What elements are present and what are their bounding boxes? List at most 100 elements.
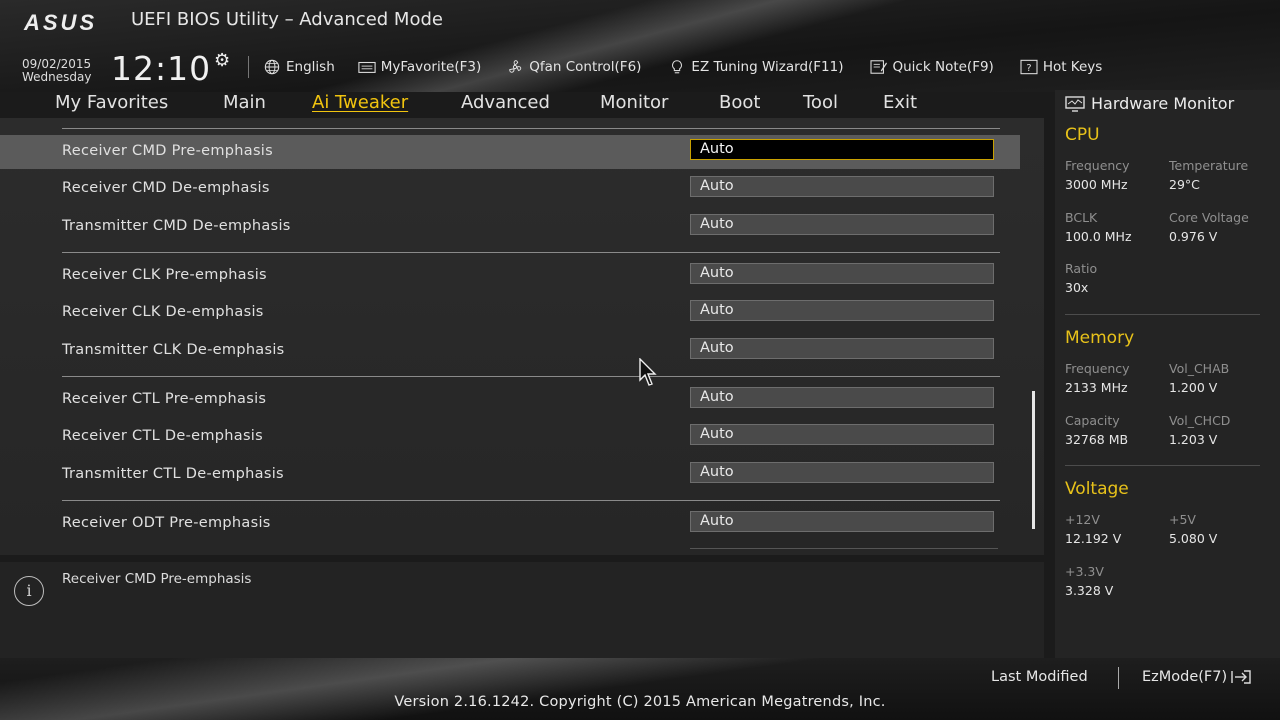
vol-chab-label: Vol_CHAB	[1169, 361, 1230, 376]
myfavorite-label: MyFavorite(F3)	[380, 59, 482, 75]
ratio-label: Ratio	[1065, 261, 1098, 276]
vol-chab-value: 1.200 V	[1169, 380, 1218, 395]
hardware-monitor-title: Hardware Monitor	[1065, 94, 1234, 113]
info-icon: i	[14, 576, 44, 606]
monitor-icon	[1065, 95, 1085, 112]
language-button[interactable]: English	[263, 59, 335, 75]
hot-keys-label: Hot Keys	[1042, 59, 1103, 75]
keyboard-icon	[358, 61, 376, 73]
setting-value-select[interactable]: Auto	[690, 139, 994, 160]
quick-note-button[interactable]: Quick Note(F9)	[869, 59, 994, 75]
bclk-value: 100.0 MHz	[1065, 229, 1132, 244]
setting-row[interactable]: Transmitter CTL De-emphasis Auto	[0, 458, 1020, 492]
voltage-heading: Voltage	[1065, 479, 1129, 499]
v5-value: 5.080 V	[1169, 531, 1218, 546]
memory-frequency-label: Frequency	[1065, 361, 1130, 376]
tab-my-favorites[interactable]: My Favorites	[55, 92, 168, 113]
asus-logo: ASUS	[24, 10, 98, 35]
setting-row[interactable]: Receiver CMD Pre-emphasis Auto	[0, 135, 1020, 169]
setting-label: Receiver CMD Pre-emphasis	[62, 143, 273, 159]
globe-icon	[264, 59, 280, 75]
ez-tuning-button[interactable]: EZ Tuning Wizard(F11)	[668, 59, 844, 75]
setting-row[interactable]: Transmitter CLK De-emphasis Auto	[0, 334, 1020, 368]
capacity-label: Capacity	[1065, 413, 1120, 428]
tab-main[interactable]: Main	[223, 92, 266, 113]
cpu-frequency-label: Frequency	[1065, 158, 1130, 173]
gear-icon[interactable]: ⚙	[214, 50, 230, 71]
v12-label: +12V	[1065, 512, 1100, 527]
v33-value: 3.328 V	[1065, 583, 1114, 598]
toolbar: English MyFavorite(F3) Qfan Control(F6) …	[263, 56, 1102, 78]
fan-icon	[509, 60, 522, 73]
v12-value: 12.192 V	[1065, 531, 1122, 546]
memory-frequency-value: 2133 MHz	[1065, 380, 1128, 395]
setting-value-select[interactable]: Auto	[690, 338, 994, 359]
hardware-monitor-label: Hardware Monitor	[1091, 94, 1235, 113]
note-icon	[869, 60, 887, 74]
setting-row[interactable]: Receiver CMD De-emphasis Auto	[0, 172, 1020, 206]
last-modified-button[interactable]: Last Modified	[991, 669, 1088, 685]
setting-value-select[interactable]: Auto	[690, 387, 994, 408]
scrollbar-thumb[interactable]	[1032, 391, 1035, 529]
setting-label: Receiver CTL De-emphasis	[62, 428, 263, 444]
tab-boot[interactable]: Boot	[719, 92, 760, 113]
vol-chcd-value: 1.203 V	[1169, 432, 1218, 447]
ratio-value: 30x	[1065, 280, 1089, 295]
footer-background	[0, 658, 1280, 720]
ezmode-button[interactable]: EzMode(F7)	[1142, 669, 1252, 685]
hw-divider	[1065, 314, 1260, 315]
section-divider	[62, 252, 1000, 253]
settings-panel: Receiver CMD Pre-emphasis Auto Receiver …	[0, 118, 1044, 555]
ezmode-label: EzMode(F7)	[1142, 669, 1228, 685]
weekday-text: Wednesday	[22, 70, 92, 84]
hot-keys-button[interactable]: ? Hot Keys	[1020, 59, 1103, 75]
setting-row[interactable]: Receiver ODT Pre-emphasis Auto	[0, 507, 1020, 541]
date-display[interactable]: 09/02/2015 Wednesday	[22, 58, 91, 84]
core-voltage-label: Core Voltage	[1169, 210, 1249, 225]
question-icon: ?	[1020, 59, 1038, 75]
qfan-label: Qfan Control(F6)	[529, 59, 642, 75]
core-voltage-value: 0.976 V	[1169, 229, 1218, 244]
tab-tool[interactable]: Tool	[803, 92, 838, 113]
setting-label: Receiver CMD De-emphasis	[62, 180, 270, 196]
memory-heading: Memory	[1065, 328, 1135, 348]
ez-tuning-label: EZ Tuning Wizard(F11)	[691, 59, 844, 75]
v33-label: +3.3V	[1065, 564, 1104, 579]
setting-value-select[interactable]: Auto	[690, 176, 994, 197]
capacity-value: 32768 MB	[1065, 432, 1129, 447]
clock-display[interactable]: 12:10	[111, 49, 211, 88]
setting-value-select[interactable]: Auto	[690, 424, 994, 445]
language-label: English	[286, 59, 335, 75]
setting-row[interactable]: Receiver CLK De-emphasis Auto	[0, 296, 1020, 330]
bclk-label: BCLK	[1065, 210, 1098, 225]
quick-note-label: Quick Note(F9)	[892, 59, 994, 75]
setting-row[interactable]: Receiver CTL Pre-emphasis Auto	[0, 383, 1020, 417]
section-divider	[62, 128, 1000, 129]
tab-ai-tweaker[interactable]: Ai Tweaker	[312, 92, 408, 113]
exit-arrow-icon	[1231, 670, 1251, 684]
hw-divider	[1065, 465, 1260, 466]
partial-row-edge	[690, 548, 998, 549]
setting-label: Receiver ODT Pre-emphasis	[62, 515, 271, 531]
setting-row[interactable]: Transmitter CMD De-emphasis Auto	[0, 210, 1020, 244]
setting-value-select[interactable]: Auto	[690, 214, 994, 235]
tab-advanced[interactable]: Advanced	[461, 92, 550, 113]
setting-row[interactable]: Receiver CTL De-emphasis Auto	[0, 420, 1020, 454]
help-text: Receiver CMD Pre-emphasis	[62, 571, 252, 587]
qfan-control-button[interactable]: Qfan Control(F6)	[506, 59, 641, 75]
setting-value-select[interactable]: Auto	[690, 300, 994, 321]
mouse-cursor-icon	[639, 358, 657, 386]
myfavorite-button[interactable]: MyFavorite(F3)	[358, 59, 481, 75]
setting-label: Receiver CTL Pre-emphasis	[62, 391, 267, 407]
setting-value-select[interactable]: Auto	[690, 511, 994, 532]
tab-exit[interactable]: Exit	[883, 92, 917, 113]
hardware-monitor-panel: Hardware Monitor CPU Frequency Temperatu…	[1055, 90, 1280, 658]
footer-divider	[1118, 667, 1119, 689]
cpu-temperature-value: 29°C	[1169, 177, 1200, 192]
setting-row[interactable]: Receiver CLK Pre-emphasis Auto	[0, 259, 1020, 293]
tab-monitor[interactable]: Monitor	[600, 92, 668, 113]
setting-value-select[interactable]: Auto	[690, 462, 994, 483]
setting-label: Receiver CLK De-emphasis	[62, 304, 264, 320]
setting-value-select[interactable]: Auto	[690, 263, 994, 284]
vol-chcd-label: Vol_CHCD	[1169, 413, 1231, 428]
